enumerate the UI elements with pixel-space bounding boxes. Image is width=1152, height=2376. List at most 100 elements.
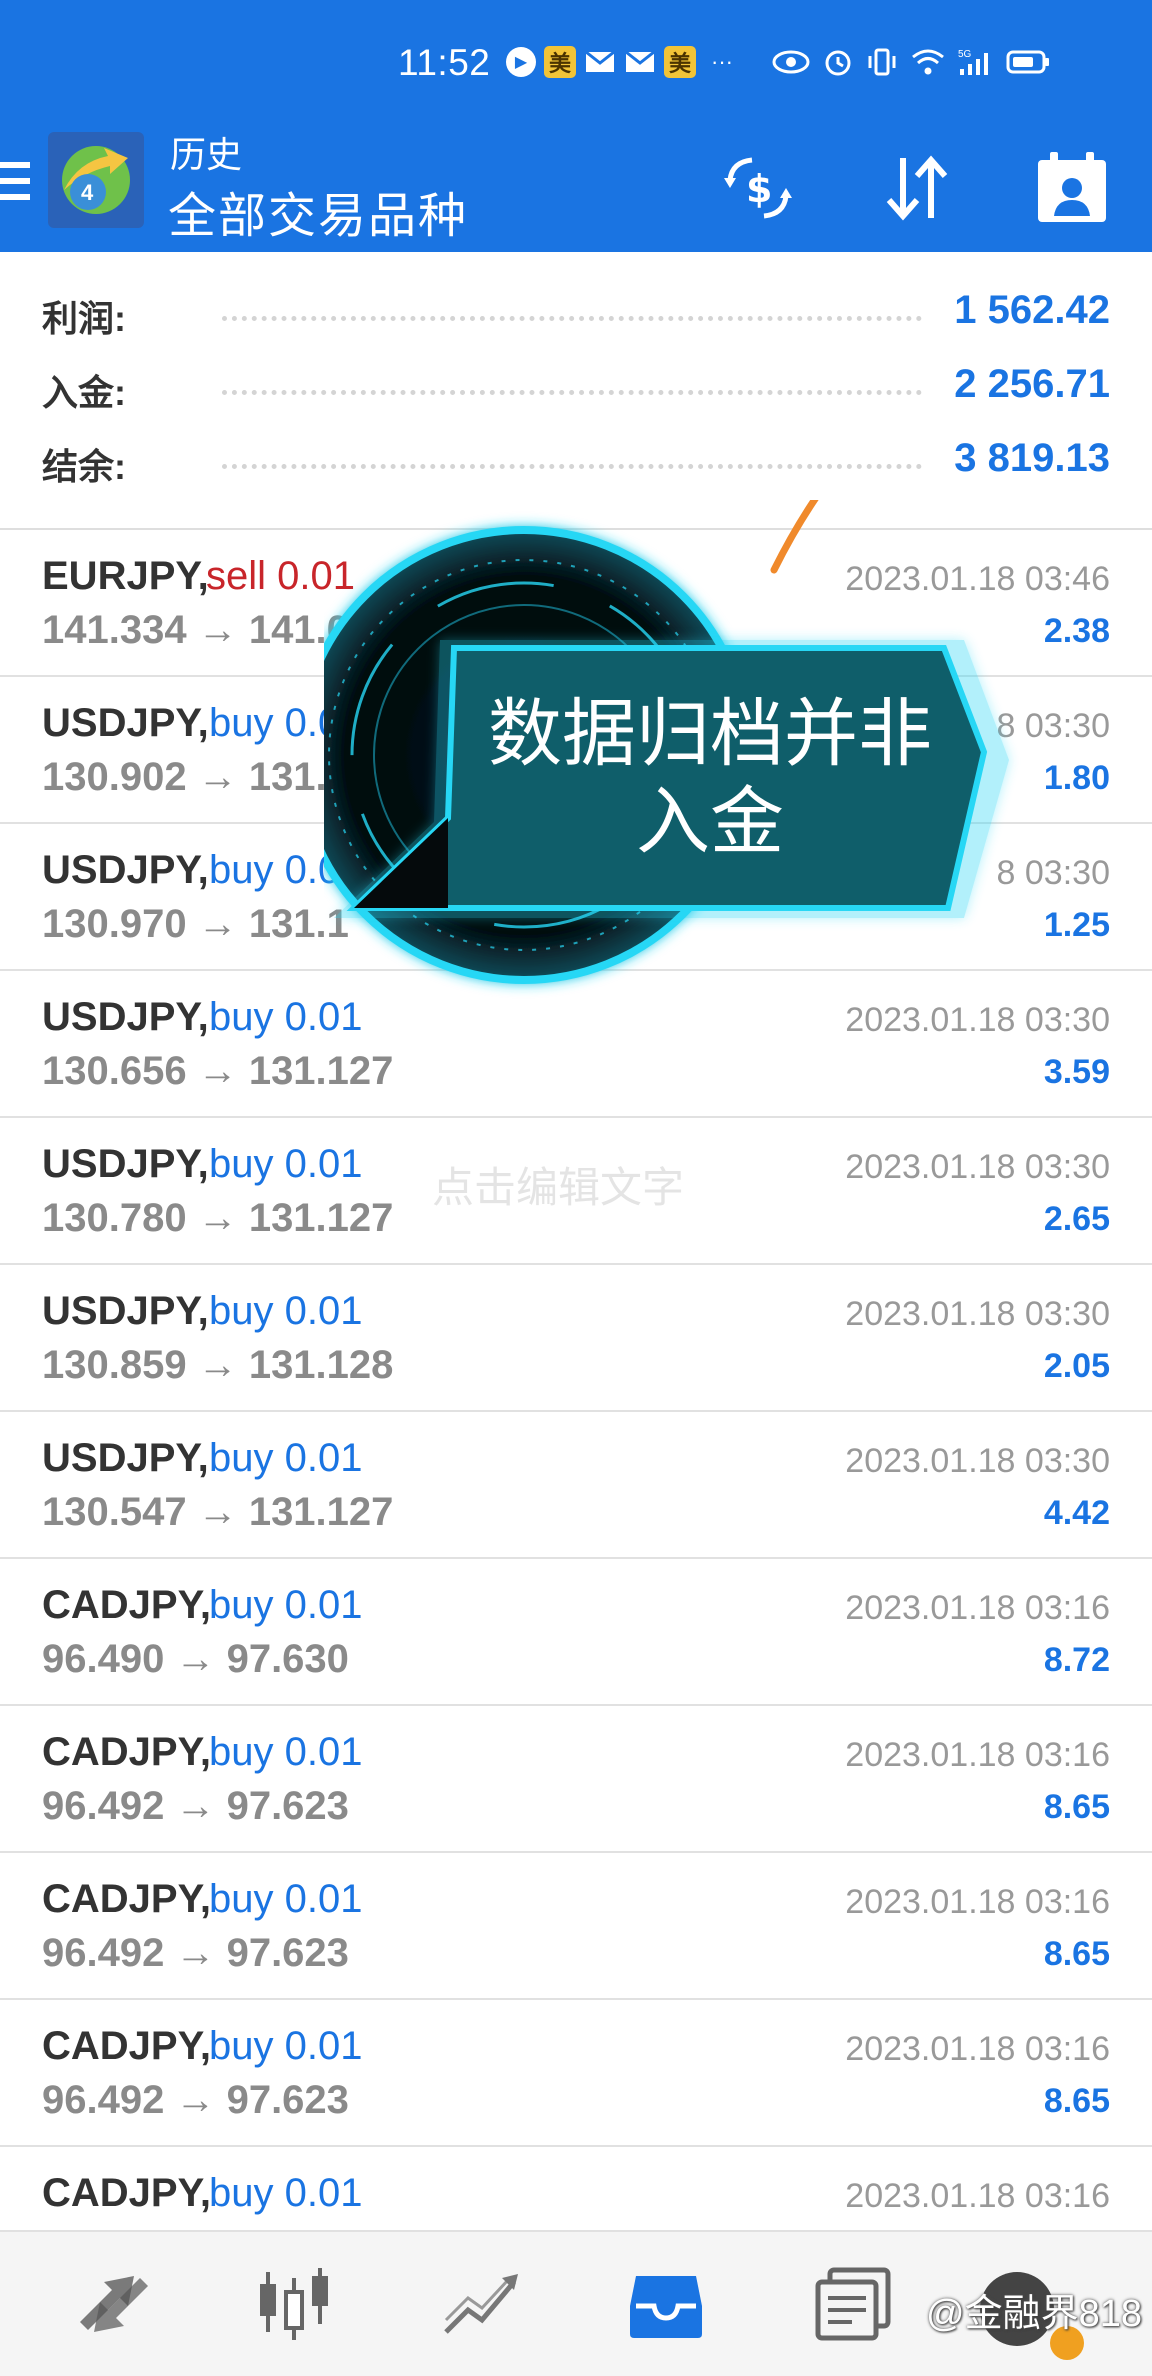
eye-icon: [772, 49, 810, 75]
status-clock: 11:52: [398, 42, 491, 83]
nav-quotes[interactable]: [72, 2262, 156, 2346]
deal-prices: 130.859 → 131.128: [42, 1343, 394, 1387]
summary-value: 1 562.42: [954, 288, 1110, 332]
deal-side-volume: buy 0.01: [209, 1436, 363, 1480]
toolbar-subtitle: 历史: [170, 134, 243, 175]
deal-prices: 96.492 → 97.623: [42, 1931, 349, 1975]
alarm-icon: [822, 46, 854, 78]
deal-side-volume: sell 0.01: [206, 554, 355, 598]
deal-prices: 96.492 → 97.623: [42, 2078, 349, 2122]
deal-profit: 8.65: [1043, 1935, 1110, 1973]
deal-row[interactable]: USDJPY, buy 0.01 130.547 → 131.127 2023.01.…: [0, 1412, 1152, 1559]
deal-symbol: CADJPY,: [42, 1730, 211, 1774]
deal-side-volume: buy 0.0: [209, 701, 341, 745]
mail-icon: [584, 50, 616, 74]
deal-profit: 8.65: [1043, 1788, 1110, 1826]
currency-exchange-icon: $: [724, 157, 792, 219]
deal-prices: 130.970 → 131.1: [42, 902, 349, 946]
source-watermark: @金融界818: [926, 2293, 1142, 2335]
mail-icon: [624, 50, 656, 74]
deal-time: 2023.01.18 03:16: [845, 1883, 1110, 1921]
nav-messages[interactable]: [812, 2262, 896, 2346]
deal-symbol: CADJPY,: [42, 1583, 211, 1627]
deal-profit: 2.38: [1043, 612, 1110, 650]
deal-side-volume: buy 0.01: [209, 1142, 363, 1186]
deal-symbol: USDJPY,: [42, 701, 209, 745]
sort-icon: [886, 155, 948, 221]
candlestick-chart-icon: [260, 2268, 328, 2340]
svg-text:5G: 5G: [958, 49, 972, 60]
svg-text:4: 4: [81, 180, 94, 205]
deal-time: 2023.01.18 03:16: [845, 1589, 1110, 1627]
summary-dots: [222, 390, 922, 395]
deal-side-volume: buy 0.01: [209, 1289, 363, 1333]
currency-exchange-button[interactable]: $: [718, 148, 798, 228]
annotation-line-2: 入金: [636, 779, 784, 865]
more-icon: ···: [711, 49, 733, 74]
nav-history-active[interactable]: [624, 2262, 708, 2346]
deal-profit: 8.72: [1043, 1641, 1110, 1679]
deal-time: 2023.01.18 03:30: [845, 1295, 1110, 1333]
deal-profit: 1.80: [1043, 759, 1110, 797]
deal-time: 2023.01.18 03:30: [845, 1442, 1110, 1480]
summary-label: 利润:: [42, 298, 126, 339]
deal-row[interactable]: CADJPY, buy 0.01 96.492 → 97.623 2023.01.18…: [0, 1706, 1152, 1853]
nav-chart[interactable]: [252, 2262, 336, 2346]
deal-symbol: USDJPY,: [42, 1142, 209, 1186]
history-inbox-icon: [630, 2276, 702, 2338]
summary-row-deposit: 入金: 2 256.71: [0, 356, 1152, 416]
trade-trend-icon: [444, 2274, 518, 2334]
quotes-icon: [80, 2276, 148, 2332]
nav-trade[interactable]: [438, 2262, 522, 2346]
deal-profit: 4.42: [1043, 1494, 1110, 1532]
deal-prices: 130.547 → 131.127: [42, 1490, 394, 1534]
annotation-text: 数据归档并非 入金: [400, 690, 1020, 866]
deal-time: 2023.01.18 03:16: [845, 2177, 1110, 2215]
toolbar-title[interactable]: 全部交易品种: [168, 176, 468, 246]
deal-row[interactable]: USDJPY, buy 0.01 130.859 → 131.128 2023.01.…: [0, 1265, 1152, 1412]
deal-side-volume: buy 0.01: [209, 1583, 363, 1627]
notification-icons: ▶ 美 美 ···: [506, 46, 740, 78]
deal-time: 2023.01.18 03:16: [845, 2030, 1110, 2068]
summary-label: 结余:: [42, 446, 126, 487]
sort-button[interactable]: [877, 148, 957, 228]
deal-row[interactable]: CADJPY, buy 0.01 96.490 → 97.630 2023.01.18…: [0, 1559, 1152, 1706]
bottom-navigation: @金融界818: [0, 2230, 1152, 2376]
deal-symbol: USDJPY,: [42, 1289, 209, 1333]
deal-prices: 96.490 → 97.630: [42, 1637, 349, 1681]
deal-side-volume: buy 0.01: [209, 848, 363, 892]
deal-profit: 8.65: [1043, 2082, 1110, 2120]
deal-prices: 130.656 → 131.127: [42, 1049, 394, 1093]
deal-profit: 2.65: [1043, 1200, 1110, 1238]
deal-prices: 130.902 → 131.: [42, 755, 327, 799]
deal-side-volume: buy 0.01: [209, 995, 363, 1039]
deal-symbol: CADJPY,: [42, 2024, 211, 2068]
period-calendar-button[interactable]: [1032, 148, 1112, 228]
deal-side-volume: buy 0.01: [209, 1877, 363, 1921]
summary-row-profit: 利润: 1 562.42: [0, 282, 1152, 342]
meituan-icon: 美: [544, 46, 576, 78]
deal-side-volume: buy 0.01: [209, 2024, 363, 2068]
summary-value: 3 819.13: [954, 436, 1110, 480]
summary-dots: [222, 464, 922, 469]
deal-prices: 130.780 → 131.127: [42, 1196, 394, 1240]
meituan-icon: 美: [664, 46, 696, 78]
deal-profit: 3.59: [1043, 1053, 1110, 1091]
deal-row[interactable]: CADJPY, buy 0.01 96.492 → 97.623 2023.01.18…: [0, 2000, 1152, 2147]
metatrader-logo-icon: 4: [48, 132, 144, 228]
summary-value: 2 256.71: [954, 362, 1110, 406]
deal-symbol: USDJPY,: [42, 1436, 209, 1480]
deal-time: 2023.01.18 03:16: [845, 1736, 1110, 1774]
deal-time: 2023.01.18 03:30: [845, 1001, 1110, 1039]
deal-profit: 1.25: [1043, 906, 1110, 944]
messages-icon: [815, 2267, 891, 2341]
deal-time: 2023.01.18 03:30: [845, 1148, 1110, 1186]
summary-row-balance: 结余: 3 819.13: [0, 430, 1152, 490]
deal-row[interactable]: EURJPY, sell 0.01 141.334 → 141.02 2023.01.…: [0, 530, 1152, 677]
menu-icon[interactable]: [0, 162, 30, 208]
deal-row[interactable]: USDJPY, buy 0.01 130.656 → 131.127 2023.01.…: [0, 971, 1152, 1118]
app-toolbar: 4 历史 全部交易品种 $: [0, 112, 1152, 252]
deal-symbol: USDJPY,: [42, 995, 209, 1039]
deal-row[interactable]: CADJPY, buy 0.01 96.492 → 97.623 2023.01.18…: [0, 1853, 1152, 2000]
annotation-line-1: 数据归档并非: [488, 691, 932, 777]
